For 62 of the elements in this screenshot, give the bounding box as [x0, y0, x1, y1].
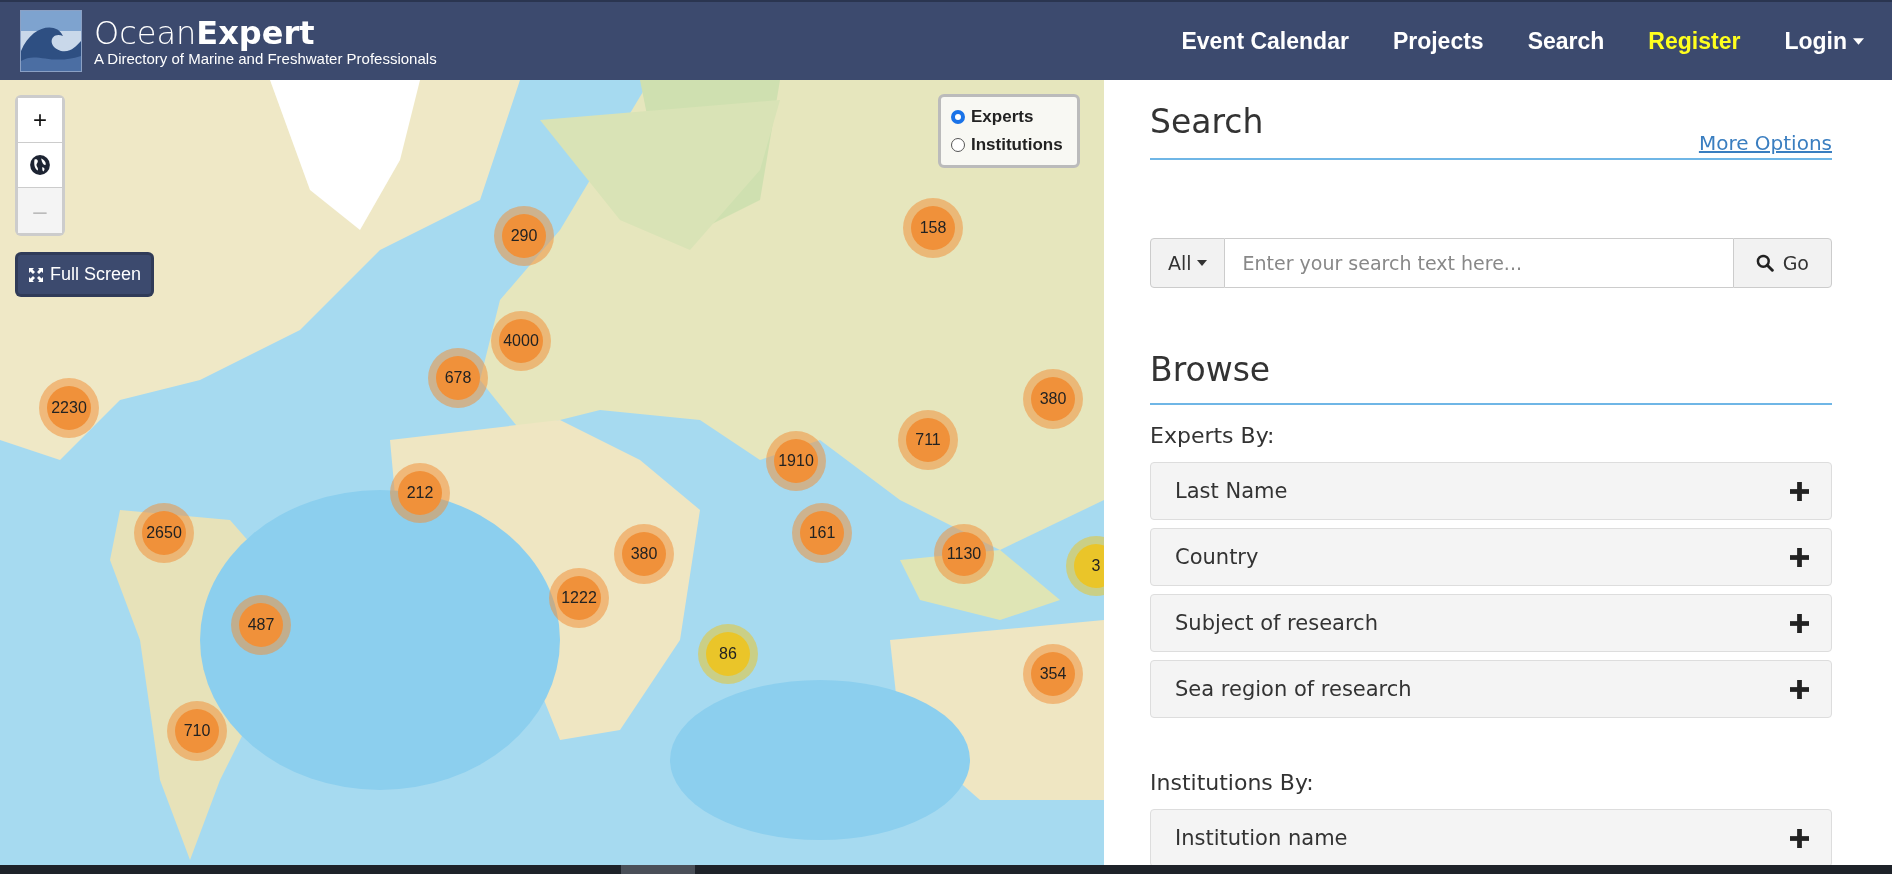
cluster-marker[interactable]: 711: [898, 410, 958, 470]
plus-icon: [1790, 828, 1809, 848]
accordion-label: Subject of research: [1175, 611, 1378, 635]
cluster-marker[interactable]: 158: [903, 198, 963, 258]
search-icon: [1755, 254, 1774, 272]
cluster-marker[interactable]: 487: [231, 595, 291, 655]
wave-logo-icon[interactable]: [20, 10, 82, 72]
nav-link[interactable]: Projects: [1392, 27, 1484, 55]
cluster-marker[interactable]: 354: [1023, 644, 1083, 704]
caret-icon: [1196, 260, 1207, 266]
cluster-marker[interactable]: 1910: [766, 431, 826, 491]
cluster-marker[interactable]: 161: [792, 503, 852, 563]
go-button[interactable]: Go: [1732, 238, 1832, 288]
more-options-link[interactable]: More Options: [1698, 131, 1832, 155]
layer-radio[interactable]: Experts: [951, 107, 1063, 127]
browse-heading: Browse: [1150, 350, 1832, 405]
cluster-marker[interactable]: 86: [698, 624, 758, 684]
radio-icon[interactable]: [951, 110, 965, 124]
plus-icon: [1790, 613, 1809, 633]
accordion-item[interactable]: Subject of research: [1150, 594, 1832, 652]
radio-icon[interactable]: [951, 138, 965, 152]
cluster-marker[interactable]: 1222: [549, 568, 609, 628]
cluster-marker[interactable]: 710: [167, 701, 227, 761]
nav-link[interactable]: Search: [1527, 27, 1605, 55]
cluster-marker[interactable]: 212: [390, 463, 450, 523]
accordion-label: Last Name: [1175, 479, 1288, 503]
cluster-marker[interactable]: 4000: [491, 311, 551, 371]
zoom-in-button[interactable]: +: [18, 98, 62, 143]
group-heading: Experts By:: [1150, 423, 1276, 448]
accordion-item[interactable]: Last Name: [1150, 462, 1832, 520]
accordion-label: Sea region of research: [1175, 677, 1412, 701]
search-heading: Search: [1150, 102, 1264, 143]
plus-icon: [1790, 679, 1809, 699]
group-heading: Institutions By:: [1150, 770, 1315, 795]
caret-icon: [1853, 37, 1864, 45]
cluster-marker[interactable]: 2650: [134, 503, 194, 563]
accordion-label: Institution name: [1175, 826, 1348, 850]
accordion-label: Country: [1175, 545, 1259, 569]
plus-icon: [1790, 481, 1809, 501]
layer-label: Institutions: [971, 135, 1063, 155]
accordion-item[interactable]: Institution name: [1150, 809, 1832, 865]
accordion-item[interactable]: Sea region of research: [1150, 660, 1832, 718]
cluster-marker[interactable]: 2230: [39, 378, 99, 438]
cluster-marker[interactable]: 380: [614, 524, 674, 584]
nav-link[interactable]: Register: [1648, 27, 1741, 55]
expand-icon: [28, 266, 44, 283]
cluster-marker[interactable]: 678: [428, 348, 488, 408]
scope-dropdown[interactable]: All: [1150, 238, 1225, 288]
full-screen-button[interactable]: Full Screen: [15, 252, 155, 297]
nav-dropdown[interactable]: Login: [1784, 27, 1864, 55]
cluster-marker[interactable]: 3: [1066, 536, 1104, 596]
cluster-marker[interactable]: 290: [494, 206, 554, 266]
plus-icon: [1790, 547, 1809, 567]
layer-radio[interactable]: Institutions: [951, 135, 1063, 155]
cluster-marker[interactable]: 380: [1023, 369, 1083, 429]
search-field[interactable]: Enter your search text here...: [1224, 238, 1733, 288]
site-name[interactable]: OceanExpert: [94, 15, 437, 50]
nav-link[interactable]: Event Calendar: [1181, 27, 1349, 55]
layer-label: Experts: [971, 107, 1034, 127]
cluster-marker[interactable]: 1130: [934, 524, 994, 584]
globe-icon: [29, 154, 51, 176]
accordion-item[interactable]: Country: [1150, 528, 1832, 586]
